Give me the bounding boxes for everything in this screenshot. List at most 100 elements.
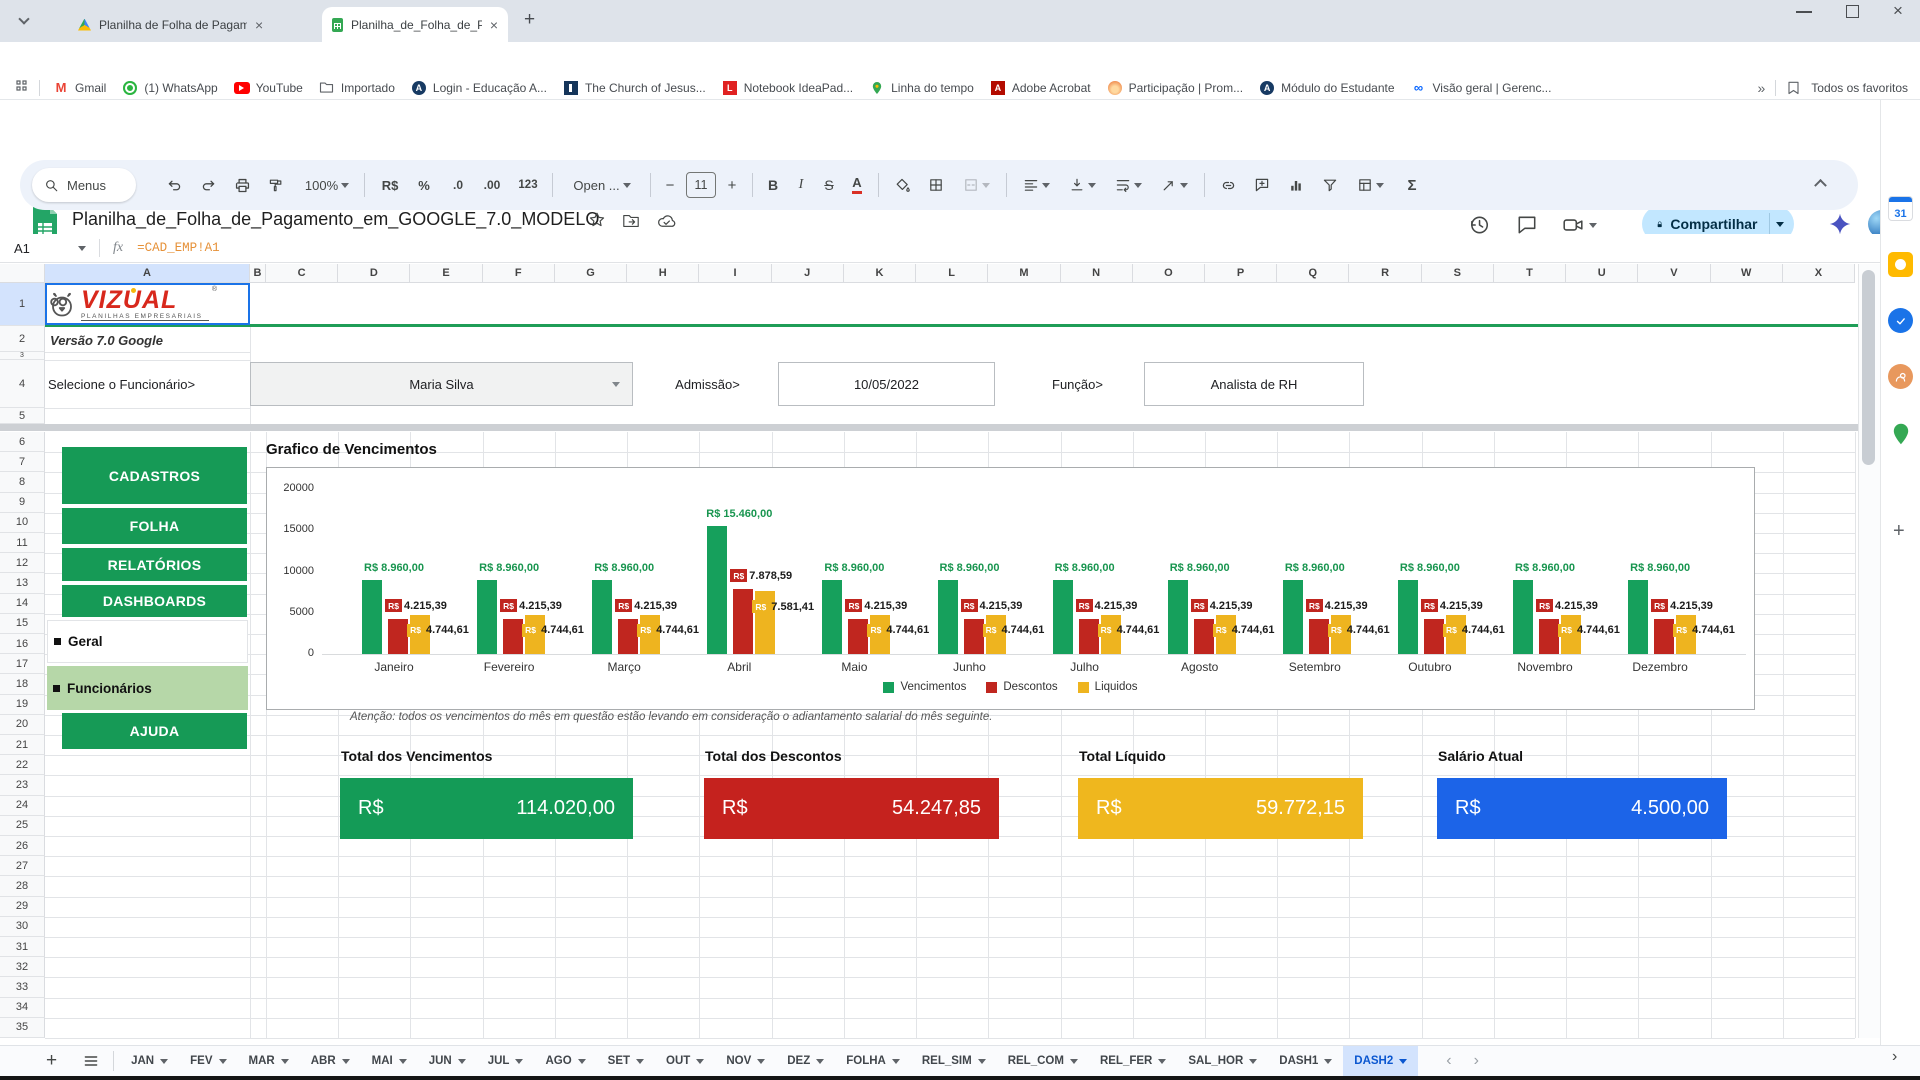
sheet-tab-ago[interactable]: AGO bbox=[534, 1046, 596, 1077]
undo-button[interactable] bbox=[158, 169, 190, 201]
merge-cells-button[interactable] bbox=[954, 169, 998, 201]
column-header-T[interactable]: T bbox=[1494, 264, 1566, 283]
sheet-tab-nov[interactable]: NOV bbox=[715, 1046, 776, 1077]
next-sheets-button[interactable]: › bbox=[1474, 1052, 1479, 1070]
row-header-28[interactable]: 28 bbox=[0, 876, 45, 896]
text-color-button[interactable]: A bbox=[844, 169, 870, 201]
sheet-tab-menu-icon[interactable] bbox=[458, 1059, 466, 1064]
bookmark-item[interactable]: AAdobe Acrobat bbox=[987, 76, 1094, 100]
role-value-box[interactable]: Analista de RH bbox=[1144, 362, 1364, 406]
sheet-tab-menu-icon[interactable] bbox=[1399, 1059, 1407, 1064]
sheet-tab-menu-icon[interactable] bbox=[636, 1059, 644, 1064]
close-tab-icon[interactable]: × bbox=[255, 18, 263, 32]
column-header-M[interactable]: M bbox=[988, 264, 1060, 283]
column-header-C[interactable]: C bbox=[266, 264, 338, 283]
row-header-30[interactable]: 30 bbox=[0, 917, 45, 937]
new-tab-button[interactable]: + bbox=[524, 9, 535, 31]
row-header-25[interactable]: 25 bbox=[0, 816, 45, 836]
sheet-tab-menu-icon[interactable] bbox=[515, 1059, 523, 1064]
row-header-10[interactable]: 10 bbox=[0, 513, 45, 533]
insert-chart-button[interactable] bbox=[1280, 169, 1312, 201]
bookmark-item[interactable]: (1) WhatsApp bbox=[119, 76, 220, 100]
row-header-26[interactable]: 26 bbox=[0, 836, 45, 856]
column-header-B[interactable]: B bbox=[250, 264, 266, 283]
bold-button[interactable]: B bbox=[760, 169, 786, 201]
sheet-tab-dez[interactable]: DEZ bbox=[776, 1046, 835, 1077]
version-history-icon[interactable] bbox=[1468, 214, 1490, 236]
zoom-select[interactable]: 100% bbox=[298, 169, 356, 201]
row-header-13[interactable]: 13 bbox=[0, 573, 45, 593]
row-header-17[interactable]: 17 bbox=[0, 654, 45, 674]
row-header-31[interactable]: 31 bbox=[0, 937, 45, 957]
minimize-button[interactable] bbox=[1796, 11, 1812, 13]
document-title[interactable]: Planilha_de_Folha_de_Pagamento_em_GOOGLE… bbox=[72, 209, 599, 230]
column-header-D[interactable]: D bbox=[338, 264, 410, 283]
maximize-button[interactable] bbox=[1846, 5, 1859, 18]
insert-table-button[interactable] bbox=[1348, 169, 1392, 201]
print-button[interactable] bbox=[226, 169, 258, 201]
sheet-tab-menu-icon[interactable] bbox=[978, 1059, 986, 1064]
bookmark-item[interactable]: ∞Visão geral | Gerenc... bbox=[1408, 76, 1555, 100]
insert-comment-button[interactable] bbox=[1246, 169, 1278, 201]
sheet-tab-menu-icon[interactable] bbox=[578, 1059, 586, 1064]
sheet-tab-mar[interactable]: MAR bbox=[238, 1046, 300, 1077]
currency-format-button[interactable]: R$ bbox=[374, 169, 406, 201]
sheet-tab-menu-icon[interactable] bbox=[160, 1059, 168, 1064]
column-header-V[interactable]: V bbox=[1638, 264, 1710, 283]
browser-tab-active[interactable]: Planilha_de_Folha_de_Pagamen × bbox=[322, 7, 508, 42]
tasks-icon[interactable] bbox=[1888, 308, 1913, 333]
sheet-tab-sal_hor[interactable]: SAL_HOR bbox=[1177, 1046, 1268, 1077]
add-panel-button[interactable]: + bbox=[1893, 520, 1905, 543]
text-wrap-button[interactable] bbox=[1106, 169, 1150, 201]
increase-decimal-button[interactable]: .00 bbox=[476, 169, 508, 201]
sidebar-button-folha[interactable]: FOLHA bbox=[62, 508, 247, 544]
row-header-1[interactable]: 1 bbox=[0, 283, 45, 326]
sheet-tab-menu-icon[interactable] bbox=[816, 1059, 824, 1064]
font-size-input[interactable]: 11 bbox=[686, 172, 716, 198]
collapse-toolbar-button[interactable] bbox=[1816, 178, 1828, 190]
meet-button[interactable] bbox=[1562, 214, 1597, 236]
font-select[interactable]: Open ... bbox=[562, 169, 642, 201]
sheet-tab-mai[interactable]: MAI bbox=[361, 1046, 418, 1077]
row-header-6[interactable]: 6 bbox=[0, 432, 45, 452]
column-header-U[interactable]: U bbox=[1566, 264, 1638, 283]
sheet-tab-jan[interactable]: JAN bbox=[120, 1046, 179, 1077]
bookmark-item[interactable]: Participação | Prom... bbox=[1104, 76, 1247, 100]
borders-button[interactable] bbox=[920, 169, 952, 201]
row-header-12[interactable]: 12 bbox=[0, 553, 45, 573]
contacts-icon[interactable] bbox=[1888, 364, 1913, 389]
row-header-5[interactable]: 5 bbox=[0, 408, 45, 424]
row-header-22[interactable]: 22 bbox=[0, 755, 45, 775]
row-header-21[interactable]: 21 bbox=[0, 735, 45, 755]
apps-grid-button[interactable] bbox=[14, 78, 29, 98]
row-header-29[interactable]: 29 bbox=[0, 897, 45, 917]
sheet-tab-menu-icon[interactable] bbox=[1249, 1059, 1257, 1064]
column-header-P[interactable]: P bbox=[1205, 264, 1277, 283]
number-format-button[interactable]: 123 bbox=[512, 169, 544, 201]
sheet-tab-menu-icon[interactable] bbox=[1070, 1059, 1078, 1064]
bookmark-item[interactable]: AMódulo do Estudante bbox=[1256, 76, 1397, 100]
toolbar-menus-search[interactable]: Menus bbox=[32, 168, 136, 202]
sheet-tab-out[interactable]: OUT bbox=[655, 1046, 715, 1077]
row-header-18[interactable]: 18 bbox=[0, 674, 45, 694]
row-header-33[interactable]: 33 bbox=[0, 977, 45, 997]
bookmark-item[interactable]: The Church of Jesus... bbox=[560, 76, 709, 100]
column-header-W[interactable]: W bbox=[1711, 264, 1783, 283]
sheet-tab-menu-icon[interactable] bbox=[757, 1059, 765, 1064]
column-header-I[interactable]: I bbox=[699, 264, 771, 283]
sheet-tab-dash2[interactable]: DASH2 bbox=[1343, 1046, 1418, 1077]
row-header-2[interactable]: 2 bbox=[0, 326, 45, 352]
row-header-9[interactable]: 9 bbox=[0, 493, 45, 513]
comments-icon[interactable] bbox=[1516, 214, 1538, 236]
row-header-15[interactable]: 15 bbox=[0, 614, 45, 634]
strikethrough-button[interactable]: S bbox=[816, 169, 842, 201]
sidebar-button-cadastros[interactable]: CADASTROS bbox=[62, 447, 247, 504]
bookmark-item[interactable]: YouTube bbox=[231, 76, 306, 100]
sheet-tab-abr[interactable]: ABR bbox=[300, 1046, 361, 1077]
sheet-tab-jul[interactable]: JUL bbox=[477, 1046, 535, 1077]
column-header-F[interactable]: F bbox=[483, 264, 555, 283]
sheet-tab-dash1[interactable]: DASH1 bbox=[1268, 1046, 1343, 1077]
sheet-tab-rel_fer[interactable]: REL_FER bbox=[1089, 1046, 1177, 1077]
sheet-tab-rel_sim[interactable]: REL_SIM bbox=[911, 1046, 997, 1077]
italic-button[interactable]: I bbox=[788, 169, 814, 201]
